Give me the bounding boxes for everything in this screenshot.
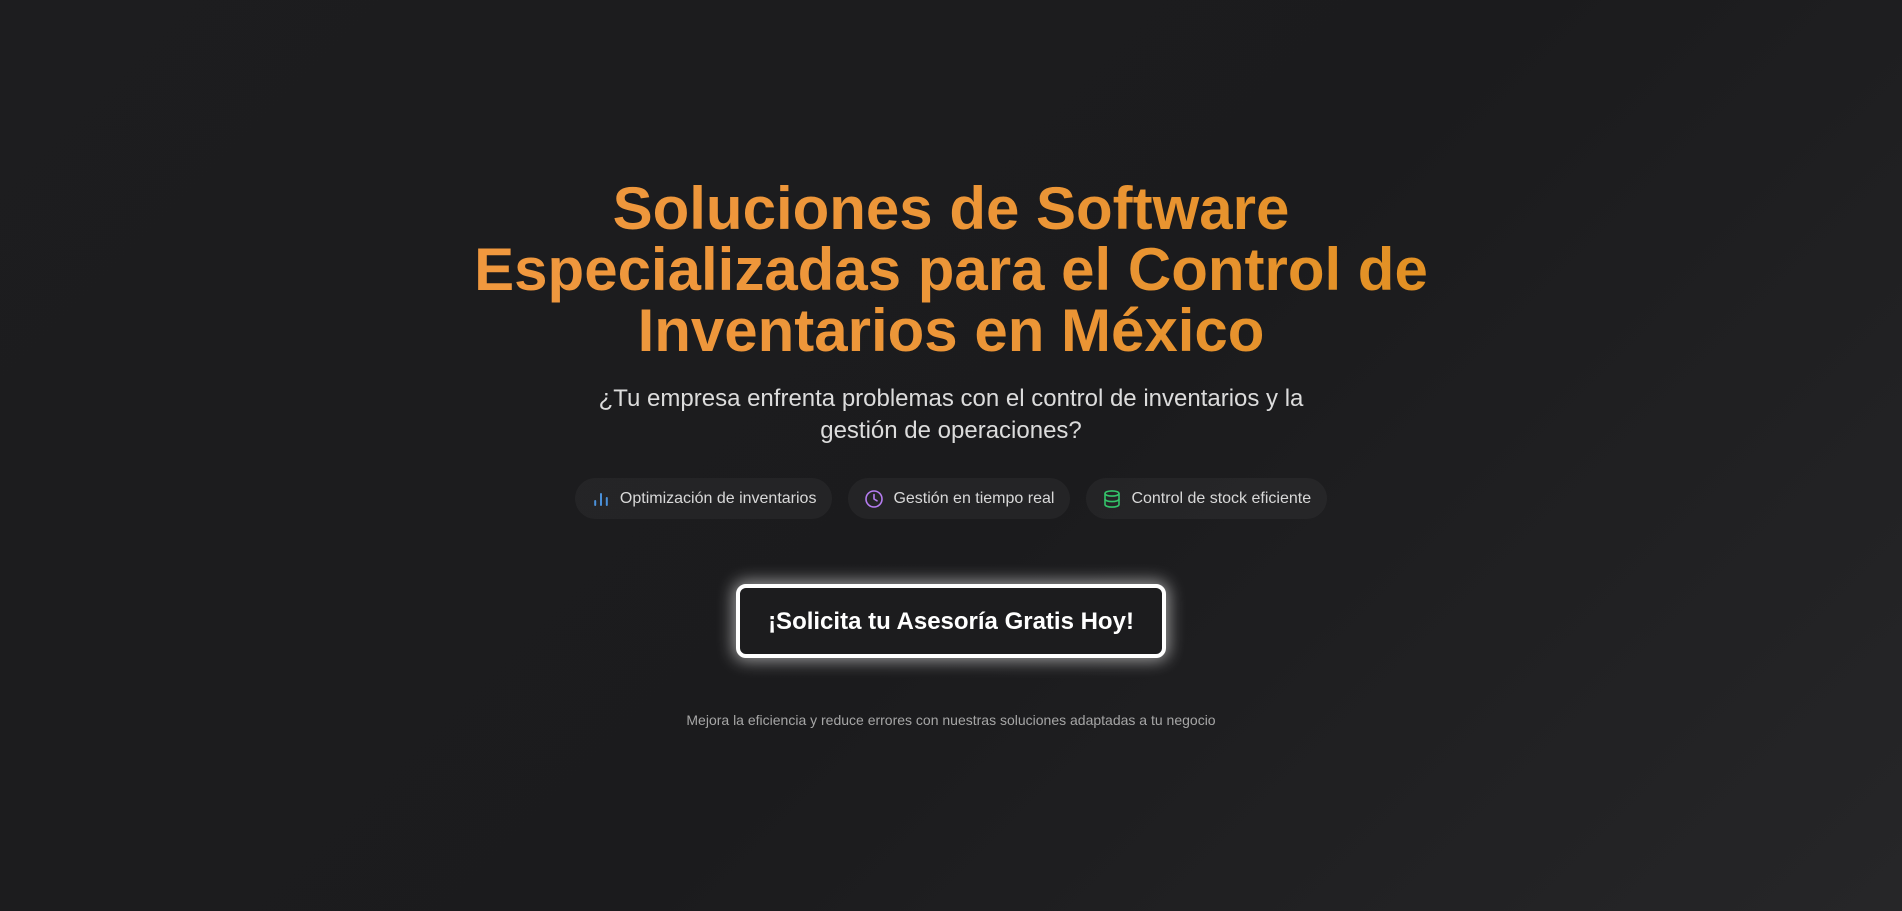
free-consultation-button[interactable]: ¡Solicita tu Asesoría Gratis Hoy! [736, 584, 1166, 658]
hero-section: Soluciones de Software Especializadas pa… [0, 0, 1902, 911]
hero-subtitle: ¿Tu empresa enfrenta problemas con el co… [0, 383, 1902, 447]
hero-subtitle-line-1: ¿Tu empresa enfrenta problemas con el co… [598, 385, 1304, 412]
feature-pills: Optimización de inventarios Gestión en t… [0, 478, 1902, 519]
hero-footnote: Mejora la eficiencia y reduce errores co… [686, 712, 1216, 728]
cta-container: ¡Solicita tu Asesoría Gratis Hoy! [0, 584, 1902, 658]
hero-title-line-3: Inventarios en México [637, 297, 1265, 364]
hero-title-line-2: Especializadas para el Control de [474, 236, 1428, 303]
hero-title-line-1: Soluciones de Software [612, 175, 1290, 242]
feature-pill-label: Control de stock eficiente [1131, 489, 1312, 507]
feature-pill-tiempo-real: Gestión en tiempo real [848, 478, 1071, 519]
hero-title: Soluciones de Software Especializadas pa… [0, 178, 1902, 361]
bar-chart-icon [591, 489, 611, 509]
feature-pill-label: Optimización de inventarios [619, 489, 817, 507]
database-icon [1102, 489, 1122, 509]
feature-pill-label: Gestión en tiempo real [893, 489, 1055, 507]
feature-pill-optimizacion: Optimización de inventarios [574, 478, 833, 519]
feature-pill-stock: Control de stock eficiente [1086, 478, 1328, 519]
clock-icon [864, 489, 884, 509]
hero-subtitle-line-2: gestión de operaciones? [820, 417, 1082, 444]
